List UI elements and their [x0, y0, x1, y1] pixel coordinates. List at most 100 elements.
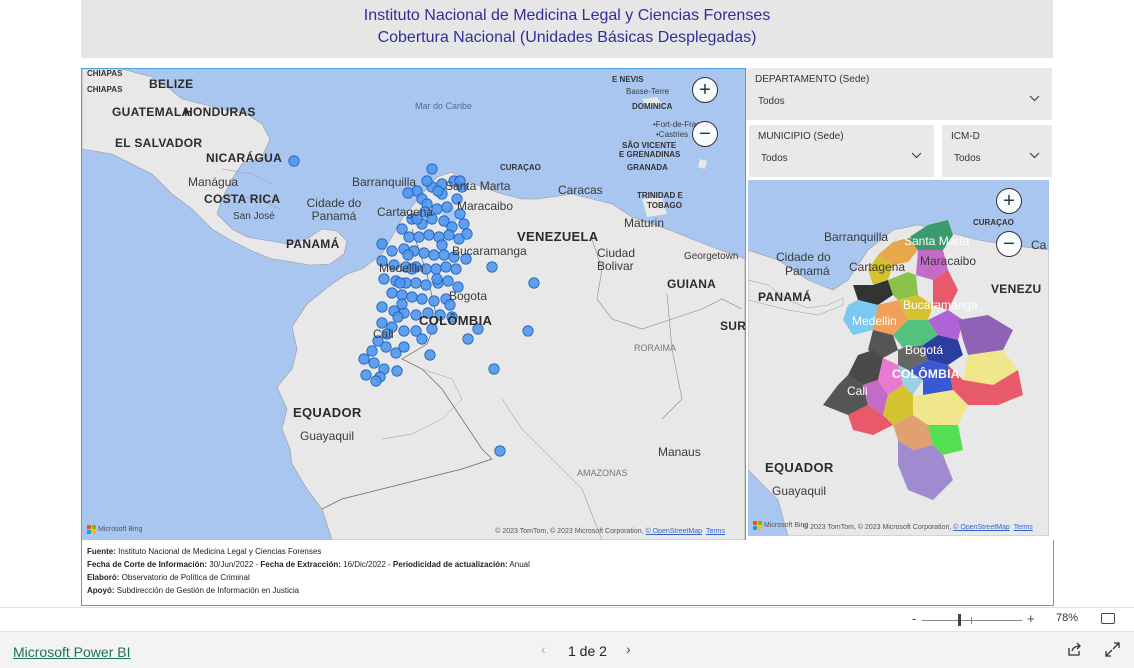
zoom-out-button[interactable]: − [996, 231, 1022, 257]
map-bubble-point[interactable] [376, 238, 388, 250]
map-bubble-point[interactable] [368, 357, 380, 369]
map-bubble-point[interactable] [398, 341, 410, 353]
map-bubble-point[interactable] [386, 287, 398, 299]
bubble-map[interactable]: CHIAPAS BELIZE CHIAPAS GUATEMALA HONDURA… [82, 69, 745, 540]
map-bubble-point[interactable] [428, 249, 440, 261]
osm-link[interactable]: © OpenStreetMap [953, 524, 1010, 531]
map-bubble-point[interactable] [392, 311, 404, 323]
municipio-slicer[interactable]: MUNICIPIO (Sede) Todos [749, 125, 934, 177]
icm-slicer[interactable]: ICM-D Todos [942, 125, 1052, 177]
map-bubble-point[interactable] [436, 239, 448, 251]
map-bubble-point[interactable] [421, 175, 433, 187]
map-bubble-point[interactable] [431, 203, 443, 215]
map-bubble-point[interactable] [428, 295, 440, 307]
previous-page-button[interactable]: ‹ [541, 641, 546, 657]
map-label: Cartagena [377, 205, 434, 219]
map-bubble-point[interactable] [432, 185, 444, 197]
zoom-in-button[interactable]: + [692, 77, 718, 103]
map-label: Barranquilla [352, 175, 417, 189]
map-bubble-point[interactable] [418, 247, 430, 259]
map-label: Santa Marta [445, 179, 511, 193]
map-bubble-point[interactable] [391, 365, 403, 377]
map-bubble-point[interactable] [288, 155, 300, 167]
map-bubble-point[interactable] [410, 277, 422, 289]
terms-link[interactable]: Terms [706, 528, 725, 535]
map-bubble-point[interactable] [430, 263, 442, 275]
zoom-slider-track[interactable] [922, 620, 1022, 621]
map-bubble-point[interactable] [403, 231, 415, 243]
chevron-down-icon[interactable] [1029, 94, 1040, 105]
zoom-percent: 78% [1056, 612, 1079, 624]
map-bubble-point[interactable] [486, 261, 498, 273]
osm-link[interactable]: © OpenStreetMap [646, 528, 703, 535]
map-bubble-point[interactable] [386, 245, 398, 257]
map-label: Bolivar [597, 259, 634, 273]
map-bubble-point[interactable] [420, 279, 432, 291]
chevron-down-icon[interactable] [911, 151, 922, 162]
map-bubble-point[interactable] [450, 263, 462, 275]
zoom-plus-button[interactable]: + [1027, 611, 1035, 626]
map-bubble-point[interactable] [438, 249, 450, 261]
map-bubble-point[interactable] [416, 293, 428, 305]
share-icon[interactable] [1067, 642, 1082, 662]
slicer-label: MUNICIPIO (Sede) [758, 131, 844, 142]
map-bubble-point[interactable] [440, 261, 452, 273]
map-bubble-point[interactable] [461, 228, 473, 240]
slicer-value[interactable]: Todos [761, 153, 788, 164]
zoom-slider-thumb[interactable] [958, 614, 961, 626]
slicer-label: DEPARTAMENTO (Sede) [755, 74, 870, 85]
map-bubble-point[interactable] [398, 325, 410, 337]
map-bubble-point[interactable] [370, 375, 382, 387]
power-bi-link[interactable]: Microsoft Power BI [13, 644, 130, 660]
map-bubble-point[interactable] [402, 187, 414, 199]
map-bubble-point[interactable] [416, 333, 428, 345]
map-bubble-point[interactable] [458, 218, 470, 230]
zoom-out-button[interactable]: − [692, 121, 718, 147]
zoom-minus-button[interactable]: - [912, 611, 916, 626]
map-bubble-point[interactable] [442, 275, 454, 287]
slicer-value[interactable]: Todos [758, 96, 785, 107]
map-label: Cidade do Panamá [306, 196, 362, 223]
terms-link[interactable]: Terms [1014, 524, 1033, 531]
department-map[interactable]: CURAÇAO Barranquilla Santa Marta Ca Cida… [748, 180, 1049, 536]
bubble-map-visual[interactable]: CHIAPAS BELIZE CHIAPAS GUATEMALA HONDURA… [81, 68, 746, 541]
map-bubble-point[interactable] [462, 333, 474, 345]
map-bubble-point[interactable] [394, 277, 406, 289]
map-bubble-point[interactable] [423, 229, 435, 241]
map-bubble-point[interactable] [360, 369, 372, 381]
slicer-value[interactable]: Todos [954, 153, 981, 164]
expand-icon[interactable] [1105, 642, 1120, 662]
fit-page-icon[interactable] [1101, 613, 1115, 624]
map-label: Georgetown [684, 251, 739, 262]
map-bubble-point[interactable] [443, 229, 455, 241]
map-label: Caracas [558, 183, 603, 197]
map-bubble-point[interactable] [396, 298, 408, 310]
map-bubble-point[interactable] [528, 277, 540, 289]
zoom-in-button[interactable]: + [996, 188, 1022, 214]
map-bubble-point[interactable] [376, 301, 388, 313]
map-bubble-point[interactable] [378, 273, 390, 285]
map-bubble-point[interactable] [431, 273, 443, 285]
map-bubble-point[interactable] [406, 291, 418, 303]
map-bubble-point[interactable] [380, 341, 392, 353]
map-bubble-point[interactable] [366, 345, 378, 357]
map-label: TOBAGO [647, 201, 682, 210]
footnote-label: Fuente: [87, 547, 116, 556]
map-bubble-point[interactable] [441, 201, 453, 213]
map-bubble-point[interactable] [402, 249, 414, 261]
map-bubble-point[interactable] [488, 363, 500, 375]
departamento-slicer[interactable]: DEPARTAMENTO (Sede) Todos [746, 68, 1052, 120]
map-bubble-point[interactable] [494, 445, 506, 457]
map-bubble-point[interactable] [522, 325, 534, 337]
map-label: EL SALVADOR [115, 136, 203, 150]
map-bubble-point[interactable] [358, 353, 370, 365]
map-label: BELIZE [149, 77, 194, 91]
map-bubble-point[interactable] [424, 349, 436, 361]
next-page-button[interactable]: › [626, 641, 631, 657]
map-bubble-point[interactable] [413, 231, 425, 243]
map-bubble-point[interactable] [426, 163, 438, 175]
map-label: Bucaramanga [903, 298, 978, 312]
microsoft-logo-icon [87, 525, 96, 534]
chevron-down-icon[interactable] [1029, 151, 1040, 162]
department-map-visual[interactable]: CURAÇAO Barranquilla Santa Marta Ca Cida… [748, 180, 1049, 536]
